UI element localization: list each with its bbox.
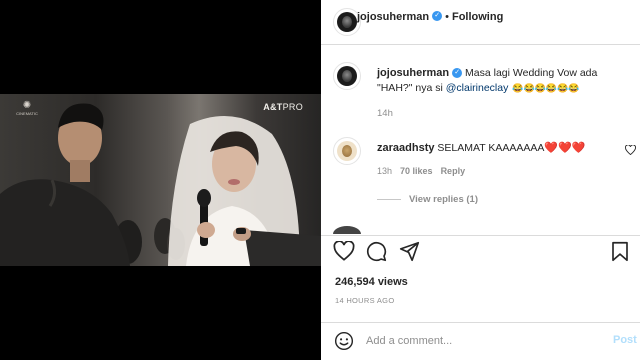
replies-line bbox=[377, 198, 401, 200]
comment-timestamp[interactable]: 13h bbox=[377, 166, 392, 176]
comment-box: Post bbox=[321, 322, 640, 360]
caption-username[interactable]: jojosuherman bbox=[377, 67, 449, 79]
post-timestamp[interactable]: 14 HOURS AGO bbox=[335, 296, 394, 305]
video-watermark-left: ✺ CINEMATIC bbox=[14, 100, 40, 116]
caption-text: jojosuherman ✓ Masa lagi Wedding Vow ada … bbox=[377, 66, 627, 96]
comment-message: SELAMAT KAAAAAAA bbox=[437, 142, 545, 154]
comment-text: zaraadhsty SELAMAT KAAAAAAA❤️❤️❤️ bbox=[377, 141, 586, 154]
heart-outline-icon bbox=[333, 240, 355, 261]
share-button[interactable] bbox=[399, 241, 421, 263]
next-comment-peek bbox=[333, 226, 633, 234]
comment-like-button[interactable] bbox=[625, 144, 636, 158]
post-comment-button[interactable]: Post bbox=[613, 334, 637, 346]
comment-likes[interactable]: 70 likes bbox=[400, 166, 433, 176]
video-scene bbox=[0, 103, 321, 266]
watermark-emblem-icon: ✺ bbox=[22, 100, 32, 111]
post-details-panel: jojosuherman ✓ • Following jojosuherman ✓ Ma… bbox=[321, 0, 640, 360]
header-divider bbox=[321, 44, 640, 45]
comment-meta: 13h 70 likes Reply bbox=[377, 166, 473, 176]
author-username[interactable]: jojosuherman bbox=[357, 11, 429, 23]
heart-outline-icon bbox=[625, 144, 636, 156]
action-bar bbox=[333, 240, 633, 263]
heart-emoji-icons: ❤️❤️❤️ bbox=[544, 142, 586, 154]
bookmark-icon bbox=[612, 241, 628, 262]
header-separator: • bbox=[445, 11, 449, 23]
verified-badge-icon: ✓ bbox=[432, 10, 443, 21]
reply-button[interactable]: Reply bbox=[441, 166, 466, 176]
post-header: jojosuherman ✓ • Following bbox=[357, 7, 503, 25]
verified-badge-icon: ✓ bbox=[452, 68, 463, 79]
video-frame[interactable]: ✺ CINEMATIC A&TPRO bbox=[0, 94, 321, 266]
video-watermark-right: A&TPRO bbox=[263, 102, 303, 112]
add-comment-input[interactable] bbox=[366, 333, 596, 349]
smiley-icon bbox=[334, 331, 354, 351]
laughing-emoji-icons: 😂😂😂😂😂😂 bbox=[512, 83, 580, 93]
caption-timestamp[interactable]: 14h bbox=[377, 108, 393, 119]
paper-plane-icon bbox=[399, 241, 420, 262]
comment-button[interactable] bbox=[366, 241, 388, 263]
view-count[interactable]: 246,594 views bbox=[335, 276, 408, 288]
commenter-username[interactable]: zaraadhsty bbox=[377, 142, 434, 154]
commenter-avatar[interactable] bbox=[333, 137, 361, 165]
video-panel[interactable]: ✺ CINEMATIC A&TPRO bbox=[0, 0, 321, 360]
emoji-button[interactable] bbox=[334, 331, 354, 351]
mention-link[interactable]: @clairineclay bbox=[446, 82, 509, 94]
view-replies-button[interactable]: View replies (1) bbox=[377, 194, 478, 205]
following-button[interactable]: Following bbox=[452, 11, 503, 23]
caption-avatar[interactable] bbox=[333, 62, 361, 90]
speech-bubble-icon bbox=[366, 241, 387, 262]
save-button[interactable] bbox=[611, 241, 633, 263]
like-button[interactable] bbox=[333, 240, 355, 263]
actions-divider bbox=[321, 235, 640, 236]
